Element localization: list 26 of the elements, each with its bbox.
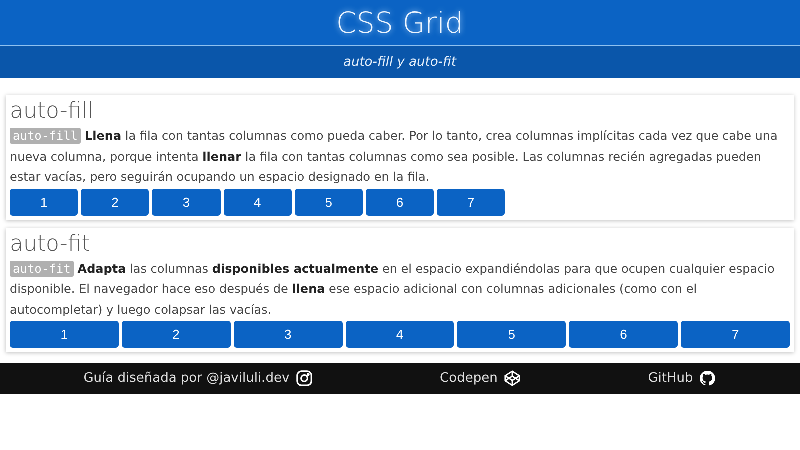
grid-item: 6 — [569, 321, 678, 348]
grid-item: 7 — [437, 188, 506, 216]
cube-icon — [504, 370, 521, 387]
page-title: CSS Grid — [336, 6, 464, 40]
footer-link[interactable]: Codepen — [440, 370, 521, 387]
github-icon — [699, 370, 716, 387]
grid-item: 1 — [10, 188, 78, 216]
footer-link[interactable]: Guía diseñada por @javiluli.dev — [84, 370, 313, 387]
grid-item: 6 — [366, 188, 434, 216]
grid-item: 7 — [681, 321, 790, 348]
description-text: auto-fill Llena la fila con tantas columnas como pueda caber. Por lo tanto, crea columnas implícitas cada vez que cabe una nueva columna, porque intenta llenar la fila con tantas columnas como sea posible. Las columnas recién agregadas pueden estar vacías, pero seguirán ocupando un espacio designado en la fila. — [10, 127, 779, 186]
page-subtitle: auto-fill y auto-fit — [344, 54, 456, 70]
grid-item: 2 — [122, 321, 231, 348]
grid-item: 3 — [152, 188, 221, 216]
grid-item: 5 — [457, 321, 566, 348]
grid-item: 1 — [10, 321, 119, 348]
grid-item: 5 — [294, 188, 363, 216]
description-text: auto-fit Adapta las columnas disponibles actualmente en el espacio expandiéndolas para que ocupen cualquier espacio disponible. El navegador hace eso después de llena ese espacio adicional con columnas adicionales (como con el autocompletar) y luego colapsar las vacías. — [10, 260, 776, 318]
grid-item: 3 — [234, 321, 343, 348]
section-title: auto-fit — [10, 232, 90, 256]
section-title: auto-fill — [10, 99, 94, 124]
instagram-icon — [296, 370, 313, 387]
grid-item: 2 — [81, 188, 150, 216]
grid-item: 4 — [224, 188, 292, 216]
grid-item: 4 — [346, 321, 454, 348]
footer-link[interactable]: GitHub — [648, 370, 716, 387]
